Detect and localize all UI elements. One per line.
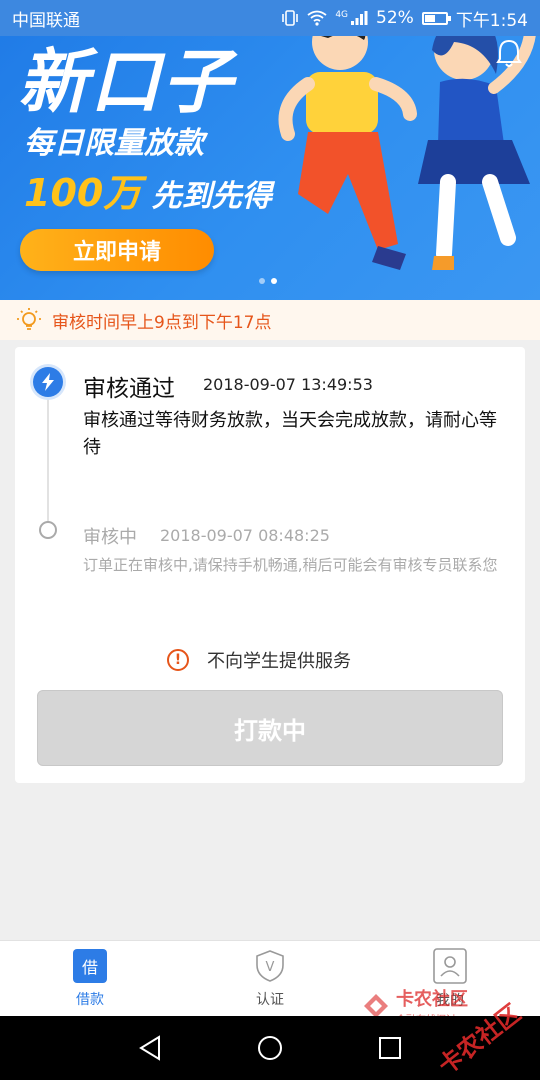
shield-letter: V	[266, 960, 275, 975]
timeline-connector	[47, 397, 49, 537]
boy-arm-left	[278, 77, 315, 141]
paying-button[interactable]: 打款中	[37, 690, 503, 766]
review-hours-notice: 审核时间早上9点到下午17点	[0, 300, 540, 340]
watermark-text: 卡农社区	[396, 989, 468, 1010]
student-warning: ! 不向学生提供服务	[167, 647, 351, 673]
step-approved-desc: 审核通过等待财务放款，当天会完成放款，请耐心等待	[83, 410, 497, 458]
boy-pants	[298, 132, 398, 250]
user-icon	[433, 947, 467, 984]
clock: 下午1:54	[455, 10, 528, 31]
boy-shirt	[306, 72, 378, 134]
boy-shoe	[372, 246, 406, 270]
girl-skirt	[418, 140, 530, 184]
apply-now-button[interactable]: 立即申请	[20, 229, 214, 271]
boy-arm-right	[369, 77, 417, 121]
tab-verify[interactable]: V 认证	[180, 941, 360, 1016]
step-reviewing-title: 审核中	[83, 527, 137, 548]
carousel-dot	[259, 278, 265, 284]
battery-icon	[421, 11, 451, 25]
warning-icon: !	[167, 649, 189, 671]
carousel-indicator	[259, 278, 277, 284]
vibrate-icon	[282, 10, 299, 26]
battery-percent: 52%	[376, 8, 414, 28]
back-icon[interactable]	[137, 1034, 163, 1062]
step-reviewing-desc: 订单正在审核中,请保持手机畅通,稍后可能会有审核专员联系您	[83, 556, 498, 574]
step-approved-title: 审核通过	[83, 376, 175, 402]
tab-loan-label: 借款	[76, 991, 104, 1008]
review-hours-text: 审核时间早上9点到下午17点	[52, 312, 272, 333]
carrier-label: 中国联通	[12, 10, 80, 31]
loan-icon: 借	[73, 948, 107, 983]
lightning-icon	[33, 367, 63, 397]
tab-loan[interactable]: 借 借款	[0, 941, 180, 1016]
home-icon[interactable]	[256, 1034, 284, 1062]
step-reviewing-time: 2018-09-07 08:48:25	[160, 526, 330, 545]
banner-amount: 100万	[24, 171, 142, 215]
bell-icon[interactable]	[496, 38, 522, 68]
banner-tagline: 100万 先到先得	[24, 162, 272, 217]
promo-banner[interactable]: 新口子 每日限量放款 100万 先到先得 立即申请	[0, 0, 540, 300]
tab-verify-label: 认证	[256, 991, 284, 1008]
network-type: 4G	[335, 9, 349, 20]
recents-icon[interactable]	[377, 1035, 403, 1061]
girl-shoe	[432, 256, 454, 270]
banner-subtitle: 每日限量放款	[24, 126, 204, 161]
step-dot-icon	[39, 521, 57, 539]
banner-tagline-text: 先到先得	[151, 179, 272, 214]
shield-icon: V	[256, 949, 284, 982]
student-warning-text: 不向学生提供服务	[207, 651, 351, 672]
battery-fill	[424, 14, 436, 22]
status-bar: 中国联通 4G 52% 下午1:54	[0, 0, 540, 36]
carousel-dot-active	[271, 278, 277, 284]
girl-leg	[436, 174, 516, 262]
banner-headline: 新口子	[18, 41, 234, 123]
lightbulb-icon	[16, 307, 42, 333]
signal-icon	[351, 11, 368, 25]
wifi-icon	[307, 10, 327, 26]
step-approved-time: 2018-09-07 13:49:53	[203, 375, 373, 394]
loan-status-card: 审核通过 2018-09-07 13:49:53 审核通过等待财务放款，当天会完…	[15, 347, 525, 783]
